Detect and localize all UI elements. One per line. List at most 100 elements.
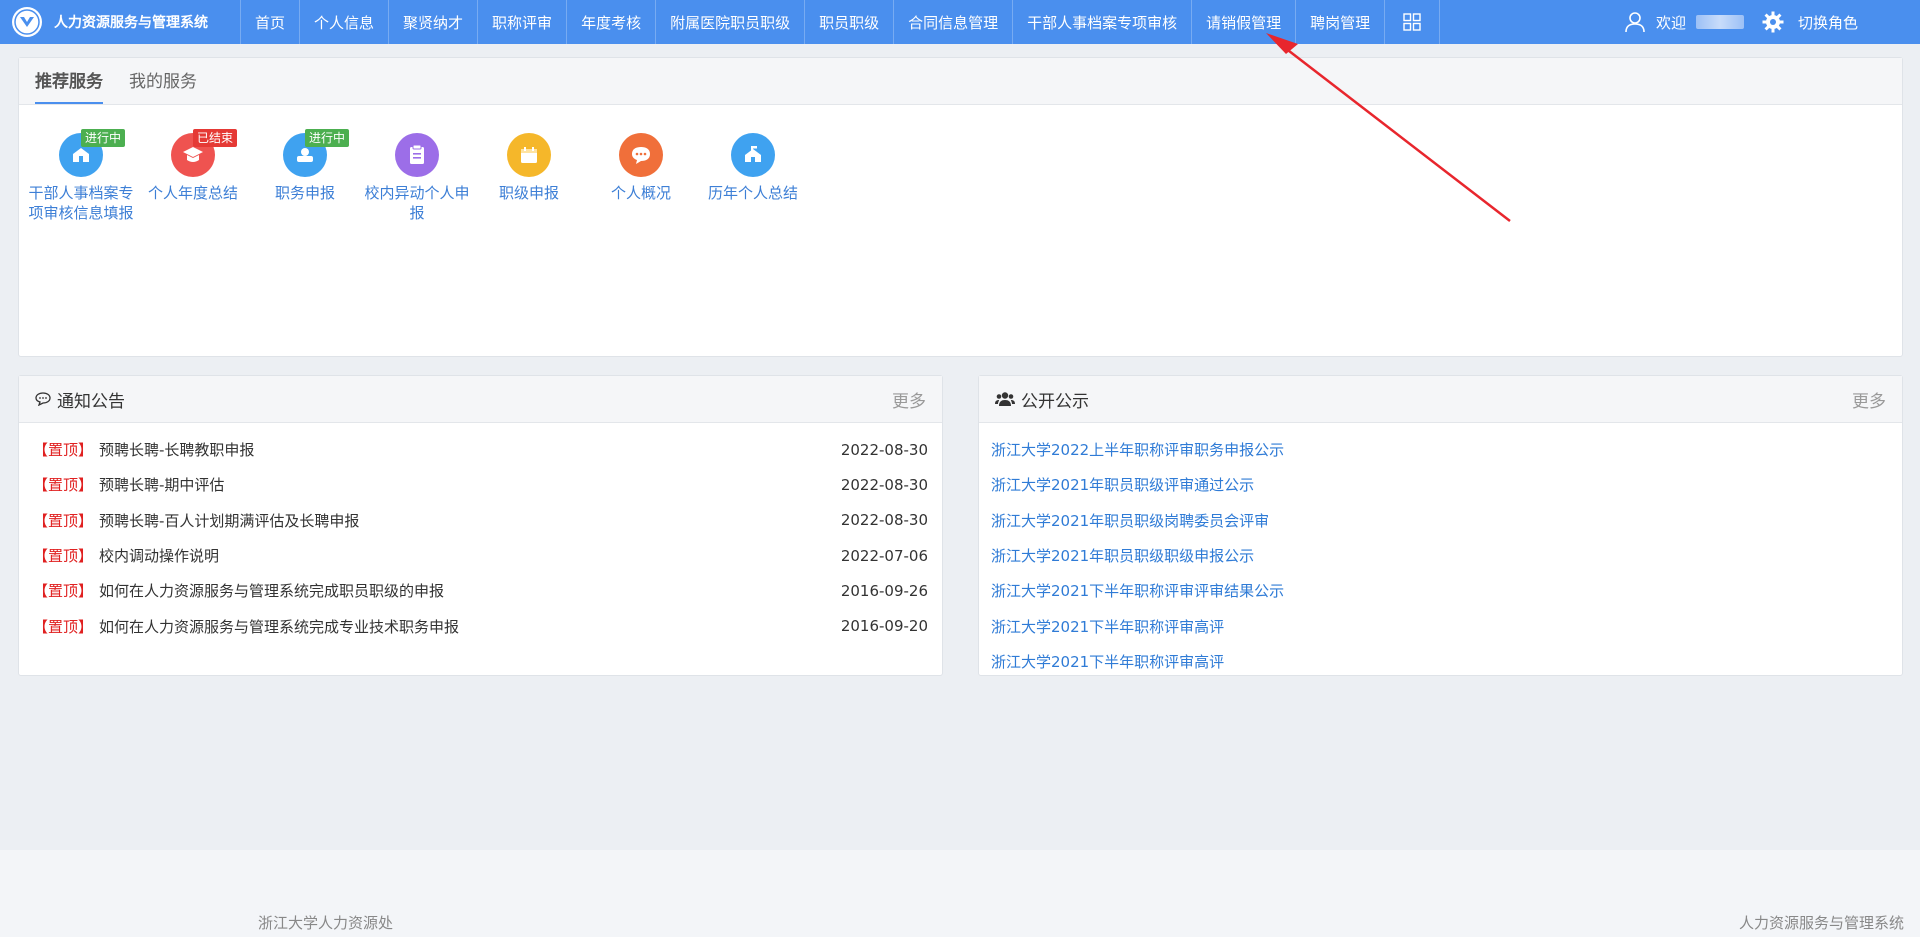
- notice-item: 【置顶】 预聘长聘-百人计划期满评估及长聘申报 2022-08-30: [19, 503, 942, 538]
- notice-item: 【置顶】 如何在人力资源服务与管理系统完成职员职级的申报 2016-09-26: [19, 573, 942, 608]
- service-label: 职务申报: [274, 184, 335, 202]
- list-item: 浙江大学2021年职员职级职级申报公示: [979, 538, 1902, 573]
- nav-contract-management[interactable]: 合同信息管理: [894, 0, 1014, 44]
- nav-recruitment[interactable]: 聚贤纳才: [389, 0, 479, 44]
- service-personal-overview[interactable]: 个人概况: [585, 133, 697, 203]
- welcome-user[interactable]: 欢迎: [1624, 11, 1744, 33]
- notice-date: 2016-09-20: [840, 617, 928, 636]
- public-link[interactable]: 浙江大学2021下半年职称评审评审结果公示: [991, 580, 1284, 601]
- system-title: 人力资源服务与管理系统: [54, 15, 208, 31]
- status-badge: 进行中: [305, 129, 350, 147]
- list-item: 浙江大学2021下半年职称评审高评: [979, 644, 1902, 679]
- public-link[interactable]: 浙江大学2022上半年职称评审职务申报公示: [991, 439, 1284, 460]
- nav-leave-management[interactable]: 请销假管理: [1192, 0, 1297, 44]
- footer-org: 浙江大学人力资源处: [258, 914, 394, 932]
- clipboard-icon: [395, 133, 439, 177]
- service-rank-application[interactable]: 职级申报: [473, 133, 585, 203]
- public-link[interactable]: 浙江大学2021下半年职称评审高评: [991, 616, 1224, 637]
- notice-item: 【置顶】 如何在人力资源服务与管理系统完成专业技术职务申报 2016-09-20: [19, 608, 942, 643]
- nav-staff-rank[interactable]: 职员职级: [805, 0, 895, 44]
- pin-tag: 【置顶】: [33, 476, 94, 495]
- notice-link[interactable]: 预聘长聘-长聘教职申报: [99, 439, 254, 460]
- gear-icon: [1762, 11, 1784, 33]
- service-label: 职级申报: [498, 184, 559, 202]
- notice-item: 【置顶】 预聘长聘-长聘教职申报 2022-08-30: [19, 432, 942, 467]
- university-logo-icon: [12, 7, 42, 37]
- comment-icon: [35, 392, 51, 406]
- pin-tag: 【置顶】: [33, 441, 94, 460]
- notice-date: 2022-08-30: [840, 475, 928, 494]
- graduation-icon: 已结束: [171, 129, 238, 177]
- users-icon: [995, 392, 1015, 406]
- service-label: 个人年度总结: [147, 184, 238, 202]
- public-link[interactable]: 浙江大学2021年职员职级职级申报公示: [991, 545, 1254, 566]
- list-item: 浙江大学2022上半年职称评审职务申报公示: [979, 432, 1902, 467]
- chat-icon: [619, 133, 663, 177]
- grid-icon: [1403, 13, 1421, 31]
- services-tabs: 推荐服务 我的服务: [19, 58, 1902, 105]
- top-navbar: 人力资源服务与管理系统 首页 个人信息 聚贤纳才 职称评审 年度考核 附属医院职…: [0, 0, 1920, 44]
- nav-post-management[interactable]: 聘岗管理: [1296, 0, 1386, 44]
- pin-tag: 【置顶】: [33, 582, 94, 601]
- notice-list: 【置顶】 预聘长聘-长聘教职申报 2022-08-30 【置顶】 预聘长聘-期中…: [19, 423, 942, 644]
- notice-title: 通知公告: [57, 391, 125, 412]
- switch-role-button[interactable]: 切换角色: [1762, 11, 1858, 33]
- service-history-summary[interactable]: 历年个人总结: [697, 133, 809, 203]
- hand-icon: 进行中: [283, 129, 350, 177]
- notice-link[interactable]: 如何在人力资源服务与管理系统完成职员职级的申报: [99, 580, 444, 601]
- notice-date: 2016-09-26: [840, 581, 928, 600]
- footer-system: 人力资源服务与管理系统: [1738, 914, 1904, 932]
- notice-more-link[interactable]: 更多: [892, 387, 926, 412]
- public-header: 公开公示 更多: [979, 376, 1902, 423]
- service-annual-summary[interactable]: 已结束 个人年度总结: [137, 129, 249, 203]
- nav-more-apps[interactable]: [1385, 0, 1441, 44]
- list-item: 浙江大学2021下半年职称评审评审结果公示: [979, 573, 1902, 608]
- archive-icon: 进行中: [59, 129, 126, 177]
- nav-hospital-staff-rank[interactable]: 附属医院职员职级: [656, 0, 806, 44]
- building-icon: [731, 133, 775, 177]
- user-area: 欢迎 切换角色: [1624, 0, 1920, 44]
- public-list: 浙江大学2022上半年职称评审职务申报公示 浙江大学2021年职员职级评审通过公…: [979, 423, 1902, 679]
- switch-role-label: 切换角色: [1797, 13, 1858, 32]
- pin-tag: 【置顶】: [33, 617, 94, 636]
- public-link[interactable]: 浙江大学2021年职员职级评审通过公示: [991, 474, 1254, 495]
- notice-link[interactable]: 预聘长聘-百人计划期满评估及长聘申报: [99, 510, 359, 531]
- brand[interactable]: 人力资源服务与管理系统: [0, 0, 240, 44]
- list-item: 浙江大学2021年职员职级岗聘委员会评审: [979, 503, 1902, 538]
- nav-annual-assessment[interactable]: 年度考核: [567, 0, 657, 44]
- notice-link[interactable]: 校内调动操作说明: [99, 545, 219, 566]
- notice-item: 【置顶】 校内调动操作说明 2022-07-06: [19, 538, 942, 573]
- service-label: 个人概况: [610, 184, 671, 202]
- pin-tag: 【置顶】: [33, 511, 94, 530]
- nav-home[interactable]: 首页: [240, 0, 301, 44]
- tab-my-services[interactable]: 我的服务: [129, 67, 197, 104]
- public-title: 公开公示: [1021, 391, 1089, 412]
- nav-personal-info[interactable]: 个人信息: [300, 0, 390, 44]
- nav-title-review[interactable]: 职称评审: [478, 0, 568, 44]
- public-link[interactable]: 浙江大学2021下半年职称评审高评: [991, 651, 1224, 672]
- notice-item: 【置顶】 预聘长聘-期中评估 2022-08-30: [19, 467, 942, 502]
- welcome-label: 欢迎: [1655, 13, 1686, 32]
- main-nav: 首页 个人信息 聚贤纳才 职称评审 年度考核 附属医院职员职级 职员职级 合同信…: [240, 0, 1441, 44]
- service-label: 历年个人总结: [707, 184, 798, 202]
- notice-link[interactable]: 如何在人力资源服务与管理系统完成专业技术职务申报: [99, 616, 459, 637]
- notice-header: 通知公告 更多: [19, 376, 942, 423]
- calendar-icon: [507, 133, 551, 177]
- public-announcement-panel: 公开公示 更多 浙江大学2022上半年职称评审职务申报公示 浙江大学2021年职…: [978, 375, 1903, 676]
- notice-date: 2022-08-30: [840, 511, 928, 530]
- status-badge: 进行中: [81, 129, 126, 147]
- username-redacted: [1695, 15, 1744, 29]
- tab-recommended-services[interactable]: 推荐服务: [35, 67, 103, 104]
- public-more-link[interactable]: 更多: [1852, 387, 1886, 412]
- service-transfer-application[interactable]: 校内异动个人申报: [361, 133, 473, 223]
- service-label: 干部人事档案专项审核信息填报: [28, 184, 134, 222]
- list-item: 浙江大学2021年职员职级评审通过公示: [979, 467, 1902, 502]
- service-list: 进行中 干部人事档案专项审核信息填报 已结束 个人年度总结 进行中 职务申报 校…: [19, 105, 1902, 345]
- public-link[interactable]: 浙江大学2021年职员职级岗聘委员会评审: [991, 510, 1269, 531]
- service-cadre-archive-review[interactable]: 进行中 干部人事档案专项审核信息填报: [25, 129, 137, 223]
- service-position-application[interactable]: 进行中 职务申报: [249, 129, 361, 203]
- footer: 浙江大学人力资源处 人力资源服务与管理系统: [0, 850, 1920, 937]
- services-panel: 推荐服务 我的服务 进行中 干部人事档案专项审核信息填报 已结束 个人年度总结 …: [18, 57, 1903, 357]
- nav-cadre-archive-review[interactable]: 干部人事档案专项审核: [1013, 0, 1193, 44]
- notice-link[interactable]: 预聘长聘-期中评估: [99, 474, 224, 495]
